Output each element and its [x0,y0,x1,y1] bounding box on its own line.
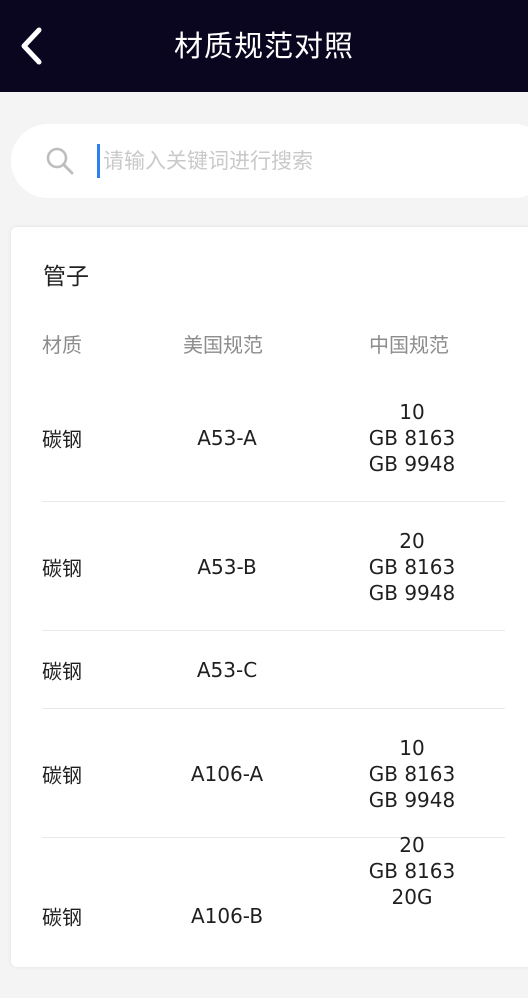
section-title: 管子 [43,264,89,290]
cn-spec-line: 20G [391,885,433,909]
search-icon [46,147,74,175]
cn-spec-line: GB 8163 [368,859,456,883]
cn-spec-line: 20 [399,528,425,553]
cn-spec-line: GB 8163 [368,761,456,786]
cell-material: 碳钢 [42,427,82,451]
cn-spec-line: 10 [399,399,425,424]
cell-material: 碳钢 [42,763,82,787]
column-header-cn-spec: 中国规范 [369,333,449,357]
cn-spec-line: GB 8163 [368,425,456,450]
cell-cn-spec: 20 GB 8163 20G [369,832,455,910]
cn-spec-line: GB 9948 [368,787,456,812]
cell-cn-spec: 10 GB 8163 GB 9948 [369,735,455,813]
cell-us-spec: A106-B [190,904,264,928]
cn-spec-line: 10 [399,735,425,760]
table-row[interactable]: 碳钢 A106-B 20 GB 8163 20G [42,833,505,998]
cell-material: 碳钢 [42,659,82,684]
cell-material: 碳钢 [42,905,82,930]
search-bar[interactable] [11,124,528,198]
table-row[interactable]: 碳钢 A53-A 10 GB 8163 GB 9948 [42,373,505,502]
page-title: 材质规范对照 [173,29,354,63]
cell-us-spec: A53-A [197,425,257,450]
search-input[interactable] [103,142,483,180]
text-caret [97,144,100,178]
cell-material: 碳钢 [42,556,82,580]
cell-cn-spec: 20 GB 8163 GB 9948 [369,528,455,606]
cn-spec-line: GB 9948 [368,451,456,476]
column-header-material: 材质 [42,333,82,357]
table-row[interactable]: 碳钢 A53-C [42,631,505,709]
table-row[interactable]: 碳钢 A53-B 20 GB 8163 GB 9948 [42,502,505,631]
cn-spec-line: GB 9948 [368,580,456,605]
cell-us-spec: A53-B [197,554,257,579]
cell-cn-spec: 10 GB 8163 GB 9948 [369,399,455,477]
top-bar: 材质规范对照 [0,0,528,92]
table-row[interactable]: 碳钢 A106-A 10 GB 8163 GB 9948 [42,709,505,838]
column-header-us-spec: 美国规范 [183,333,263,357]
cn-spec-line: GB 8163 [368,554,456,579]
spec-card: 管子 材质 美国规范 中国规范 碳钢 A53-A 10 GB 8163 GB 9948 碳… [11,227,528,967]
cell-us-spec: A106-A [190,761,264,786]
cell-us-spec: A53-C [196,658,258,682]
cn-spec-line: 20 [399,833,425,857]
